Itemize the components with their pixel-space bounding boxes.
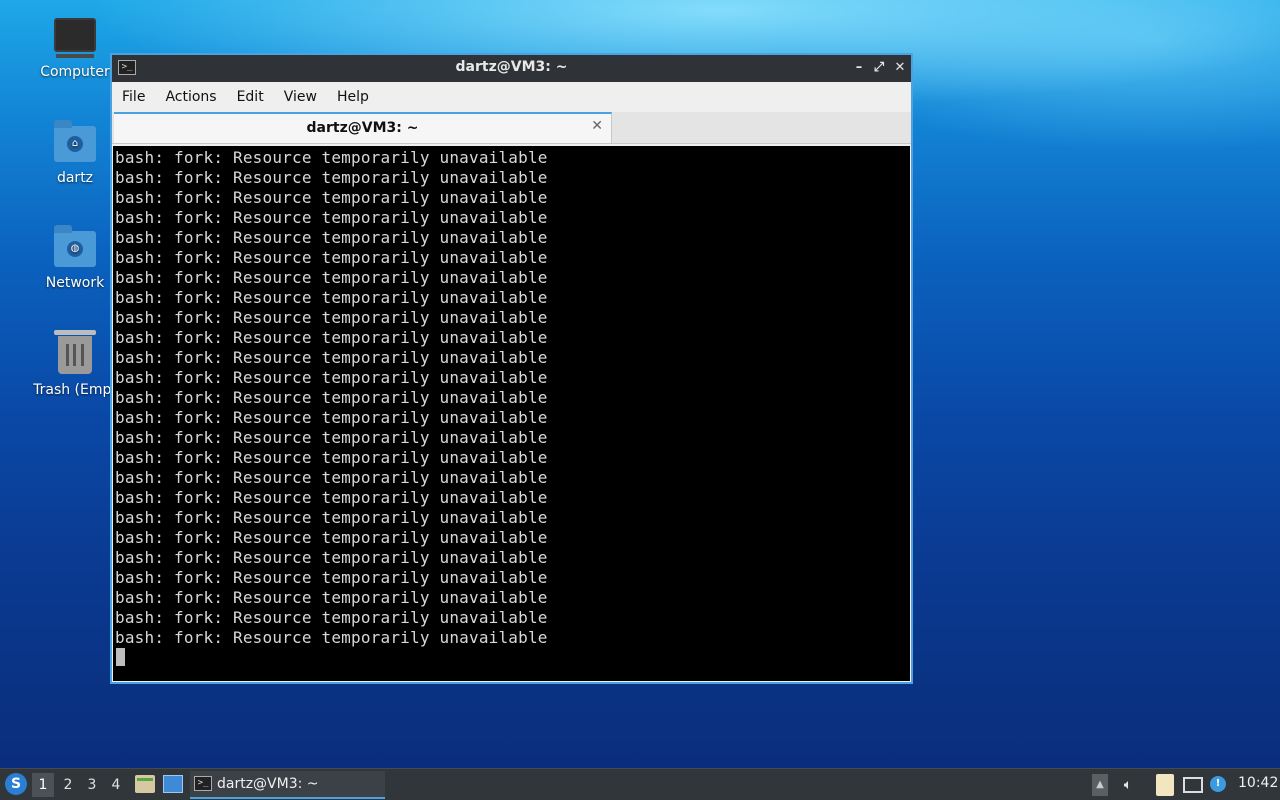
tab-bar: dartz@VM3: ~ ✕ [112,112,911,144]
terminal-line: bash: fork: Resource temporarily unavail… [115,548,548,567]
terminal-output[interactable]: bash: fork: Resource temporarily unavail… [113,146,910,681]
menu-view[interactable]: View [284,89,317,105]
terminal-line: bash: fork: Resource temporarily unavail… [115,148,548,167]
terminal-line: bash: fork: Resource temporarily unavail… [115,268,548,287]
terminal-app-icon: >_ [194,776,212,791]
desktop-icon-label: Network [45,275,105,291]
menu-file[interactable]: File [122,89,145,105]
desktop-icon-trash[interactable]: Trash (Empt [27,330,123,398]
taskbar-task-terminal[interactable]: >_ dartz@VM3: ~ [190,771,385,799]
tab-close-icon[interactable]: ✕ [591,118,603,134]
terminal-line: bash: fork: Resource temporarily unavail… [115,228,548,247]
terminal-line: bash: fork: Resource temporarily unavail… [115,468,548,487]
terminal-line: bash: fork: Resource temporarily unavail… [115,308,548,327]
terminal-line: bash: fork: Resource temporarily unavail… [115,168,548,187]
terminal-line: bash: fork: Resource temporarily unavail… [115,428,548,447]
terminal-line: bash: fork: Resource temporarily unavail… [115,408,548,427]
start-menu-icon[interactable]: S [5,773,27,795]
terminal-line: bash: fork: Resource temporarily unavail… [115,388,548,407]
minimize-button[interactable]: – [849,58,869,78]
terminal-line: bash: fork: Resource temporarily unavail… [115,208,548,227]
menu-edit[interactable]: Edit [237,89,264,105]
workspace-1[interactable]: 1 [32,773,54,797]
workspace-2[interactable]: 2 [57,773,79,797]
terminal-line: bash: fork: Resource temporarily unavail… [115,508,548,527]
terminal-line: bash: fork: Resource temporarily unavail… [115,348,548,367]
window-titlebar[interactable]: >_ dartz@VM3: ~ – ⤢ ✕ [112,55,911,82]
terminal-line: bash: fork: Resource temporarily unavail… [115,528,548,547]
menu-help[interactable]: Help [337,89,369,105]
clipboard-icon[interactable] [1156,774,1174,796]
terminal-line: bash: fork: Resource temporarily unavail… [115,368,548,387]
window-title: dartz@VM3: ~ [455,59,568,75]
terminal-line: bash: fork: Resource temporarily unavail… [115,448,548,467]
clock[interactable]: 10:42 [1238,775,1278,791]
desktop-icon-network[interactable]: ◍ Network [27,225,123,291]
menu-actions[interactable]: Actions [165,89,216,105]
tab-label: dartz@VM3: ~ [306,120,419,136]
terminal-line: bash: fork: Resource temporarily unavail… [115,188,548,207]
volume-icon[interactable]: 🔈︎ [1118,774,1138,796]
tray-expand-icon[interactable]: ▲ [1092,774,1108,796]
desktop-icon-label: dartz [56,170,94,186]
terminal-line: bash: fork: Resource temporarily unavail… [115,588,548,607]
desktop-icon-label: Trash (Empt [33,382,117,398]
terminal-line: bash: fork: Resource temporarily unavail… [115,288,548,307]
tab-terminal[interactable]: dartz@VM3: ~ ✕ [114,112,612,143]
terminal-line: bash: fork: Resource temporarily unavail… [115,608,548,627]
maximize-button[interactable]: ⤢ [869,58,889,78]
terminal-line: bash: fork: Resource temporarily unavail… [115,328,548,347]
terminal-line: bash: fork: Resource temporarily unavail… [115,628,548,647]
terminal-window: >_ dartz@VM3: ~ – ⤢ ✕ File Actions Edit … [110,53,913,684]
task-label: dartz@VM3: ~ [217,776,319,792]
desktop-icon-home[interactable]: ⌂ dartz [27,120,123,186]
terminal-line: bash: fork: Resource temporarily unavail… [115,248,548,267]
network-folder-icon: ◍ [54,225,96,267]
network-icon[interactable] [1183,777,1203,793]
update-notifier-icon[interactable]: ! [1210,776,1226,792]
workspace-4[interactable]: 4 [105,773,127,797]
close-button[interactable]: ✕ [890,58,910,78]
terminal-line: bash: fork: Resource temporarily unavail… [115,488,548,507]
computer-icon [54,18,96,58]
terminal-cursor [116,648,125,666]
trash-icon [54,330,96,374]
menubar: File Actions Edit View Help [112,82,911,112]
desktop-icon-computer[interactable]: Computer [27,18,123,80]
home-folder-icon: ⌂ [54,120,96,162]
show-desktop-icon[interactable] [163,775,183,793]
file-manager-icon[interactable] [135,775,155,793]
workspace-3[interactable]: 3 [81,773,103,797]
taskbar: S 1 2 3 4 >_ dartz@VM3: ~ ▲ 🔈︎ ! 10:42 [0,768,1280,800]
terminal-line: bash: fork: Resource temporarily unavail… [115,568,548,587]
desktop-icon-label: Computer [40,64,110,80]
